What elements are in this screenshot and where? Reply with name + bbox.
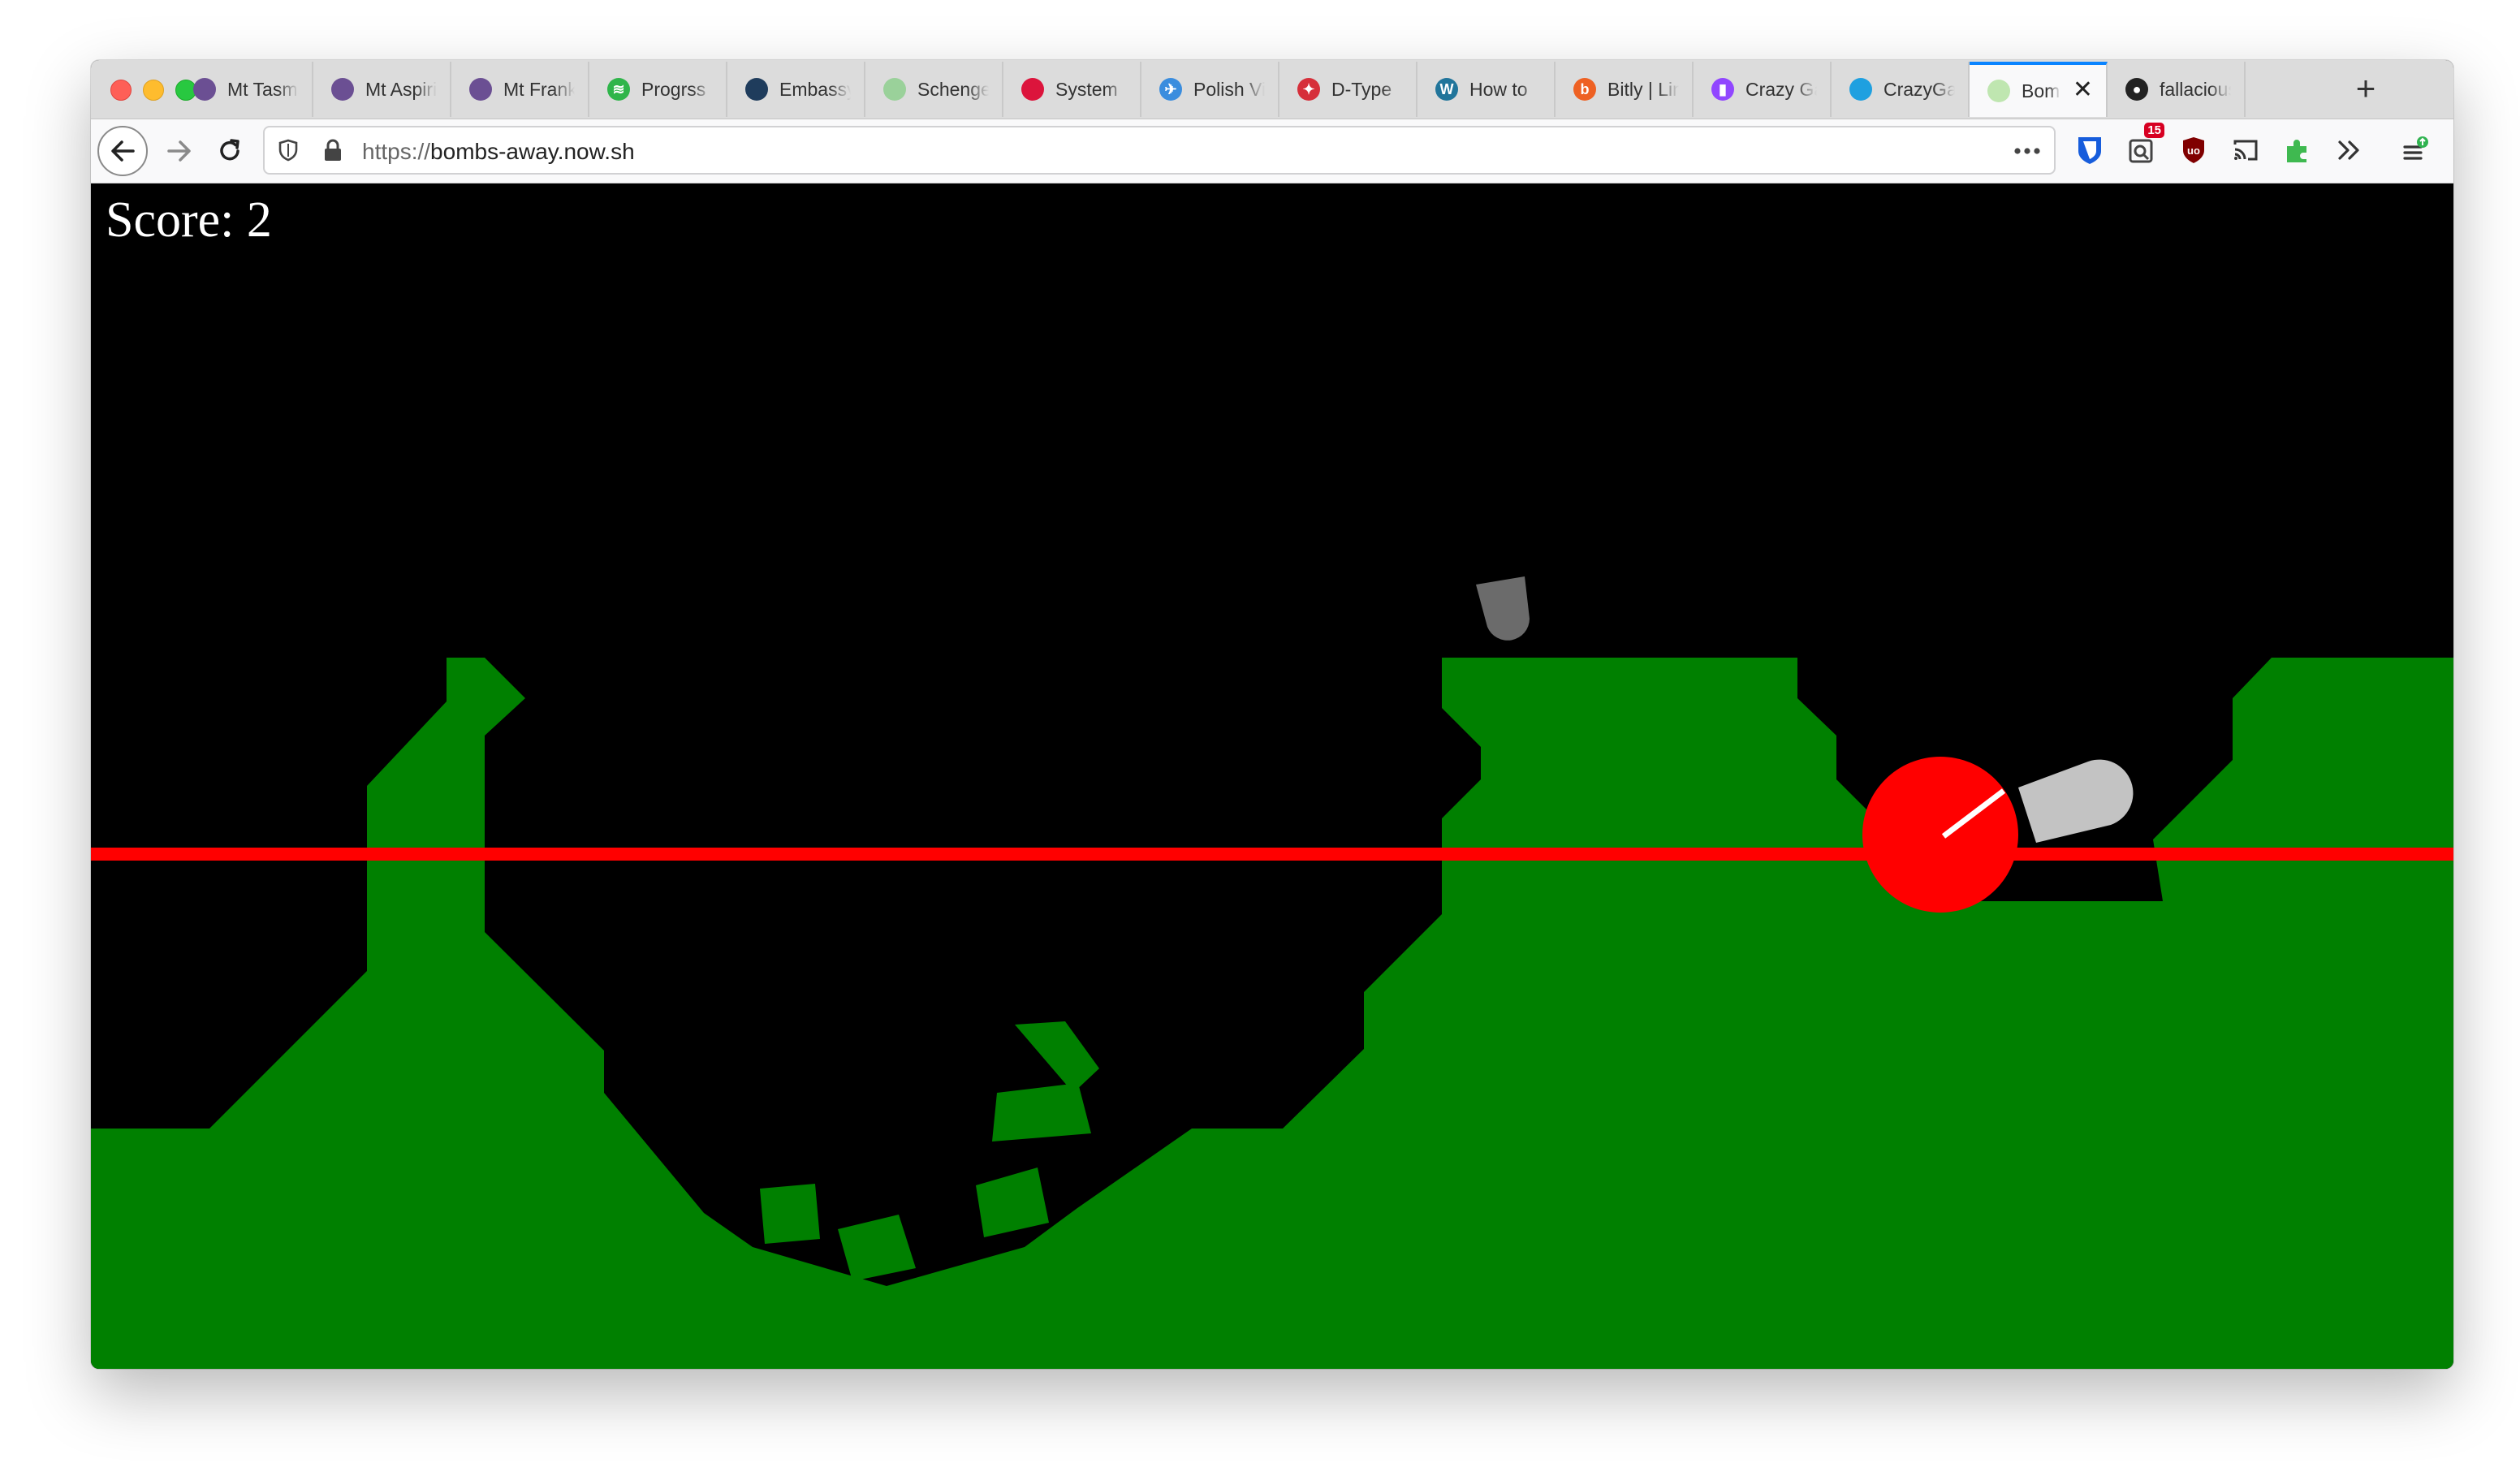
tab-label: How to [1469, 78, 1528, 100]
tab-bar: Mt Tasman Mt Aspiring Mt Franklin ≋ Progrss E… [91, 60, 2453, 119]
ublock-shield-icon: uo [2183, 137, 2204, 163]
navigation-bar: https://bombs-away.now.sh 15 uo [91, 119, 2453, 183]
wordpress-icon: W [1435, 78, 1458, 101]
close-window-button[interactable] [110, 80, 132, 101]
terrain-debris [1015, 1021, 1099, 1093]
cast-icon [2233, 140, 2258, 161]
hamburger-menu-icon [2403, 136, 2428, 160]
bitwarden-extension-button[interactable] [2073, 134, 2106, 166]
tab-label: Mt Aspiring [365, 78, 437, 100]
feed-icon: ≋ [607, 78, 630, 101]
arrow-right-icon [167, 140, 191, 162]
map-dots-icon [883, 78, 906, 101]
game-scene [91, 576, 2453, 1369]
tab-label: Mt Franklin [503, 78, 575, 100]
ublock-extension-button[interactable]: uo [2177, 134, 2210, 166]
tab-14[interactable]: ● fallacious [2108, 62, 2246, 117]
magnifier-icon [2129, 139, 2153, 163]
score-label: Score: 2 [106, 192, 272, 248]
terrain-debris [976, 1167, 1049, 1237]
tab-label: Schengen [917, 78, 989, 100]
browser-window: Mt Tasman Mt Aspiring Mt Franklin ≋ Progrss E… [91, 60, 2453, 1369]
plane-globe-icon: ✈ [1159, 78, 1182, 101]
reload-icon [220, 139, 239, 161]
page-icon [1987, 80, 2010, 102]
emblem-icon: ✦ [1297, 78, 1320, 101]
tab-0[interactable]: Mt Tasman [175, 62, 313, 117]
tab-6[interactable]: System [1003, 62, 1141, 117]
tab-label: CrazyGames [1884, 78, 1955, 100]
svg-text:uo: uo [2187, 145, 2200, 157]
terrain-debris [838, 1215, 916, 1281]
mountain-icon [469, 78, 492, 101]
puzzle-icon [2287, 140, 2306, 162]
bitwarden-icon [2078, 137, 2101, 164]
tab-label: Bitly | Link [1607, 78, 1679, 100]
arrow-left-icon [111, 140, 135, 162]
player-ball [1862, 757, 2018, 913]
tab-7[interactable]: ✈ Polish Visa [1141, 62, 1279, 117]
tab-label: System [1055, 78, 1118, 100]
tab-13[interactable]: Bombs Away ✕ [1970, 62, 2108, 117]
tab-1[interactable]: Mt Aspiring [313, 62, 451, 117]
game-canvas[interactable]: Score: 2 [91, 183, 2453, 1369]
bomb-landed [2018, 759, 2134, 843]
poland-flag-icon [1021, 78, 1044, 101]
tab-11[interactable]: ▮ Crazy Games [1694, 62, 1832, 117]
tab-label: Mt Tasman [227, 78, 299, 100]
overflow-menu-button[interactable] [2333, 134, 2366, 166]
tab-label: Crazy Games [1745, 78, 1817, 100]
tab-3[interactable]: ≋ Progrss [589, 62, 727, 117]
forward-button[interactable] [154, 126, 205, 176]
github-icon: ● [2125, 78, 2148, 101]
lock-icon [325, 139, 341, 161]
close-tab-icon[interactable]: ✕ [2073, 78, 2093, 102]
crazygames-icon [1849, 78, 1872, 101]
tab-2[interactable]: Mt Franklin [451, 62, 589, 117]
app-menu-button[interactable] [2398, 134, 2431, 166]
tab-8[interactable]: ✦ D-Type [1279, 62, 1418, 117]
url-host: bombs-away.now.sh [430, 139, 635, 164]
minimize-window-button[interactable] [143, 80, 164, 101]
red-horizon-line [91, 848, 2453, 861]
tab-12[interactable]: CrazyGames [1832, 62, 1970, 117]
tab-9[interactable]: W How to [1418, 62, 1556, 117]
mountain-icon [193, 78, 216, 101]
terrain-debris [992, 1083, 1091, 1142]
mountain-icon [331, 78, 354, 101]
search-extension-button[interactable]: 15 [2125, 123, 2164, 166]
extension-badge: 15 [2144, 123, 2164, 138]
tab-label: Bombs Away [2022, 80, 2060, 101]
tab-label: Embassy [779, 78, 851, 100]
bitly-icon: b [1573, 78, 1596, 101]
tab-4[interactable]: Embassy [727, 62, 865, 117]
double-chevron-icon [2338, 140, 2359, 160]
cast-button[interactable] [2229, 134, 2262, 166]
tab-5[interactable]: Schengen [865, 62, 1003, 117]
tab-label: fallacious [2160, 78, 2231, 100]
new-tab-button[interactable]: + [2345, 68, 2387, 110]
player-cannon[interactable] [1862, 757, 2018, 913]
tab-label: Polish Visa [1193, 78, 1265, 100]
tab-label: Progrss [641, 78, 706, 100]
url-text[interactable]: https://bombs-away.now.sh [362, 139, 635, 165]
url-protocol: https:// [362, 139, 431, 164]
tab-10[interactable]: b Bitly | Link [1556, 62, 1694, 117]
back-button[interactable] [97, 126, 148, 176]
terrain-debris [760, 1184, 820, 1244]
embassy-icon [745, 78, 768, 101]
address-bar[interactable]: https://bombs-away.now.sh [263, 126, 2056, 175]
page-actions-icon[interactable] [2013, 147, 2041, 155]
tab-label: D-Type [1331, 78, 1392, 100]
reload-button[interactable] [205, 126, 255, 176]
extensions-button[interactable] [2281, 134, 2314, 166]
shield-icon [278, 139, 298, 162]
bomb-falling [1476, 576, 1530, 641]
twitch-icon: ▮ [1711, 78, 1734, 101]
